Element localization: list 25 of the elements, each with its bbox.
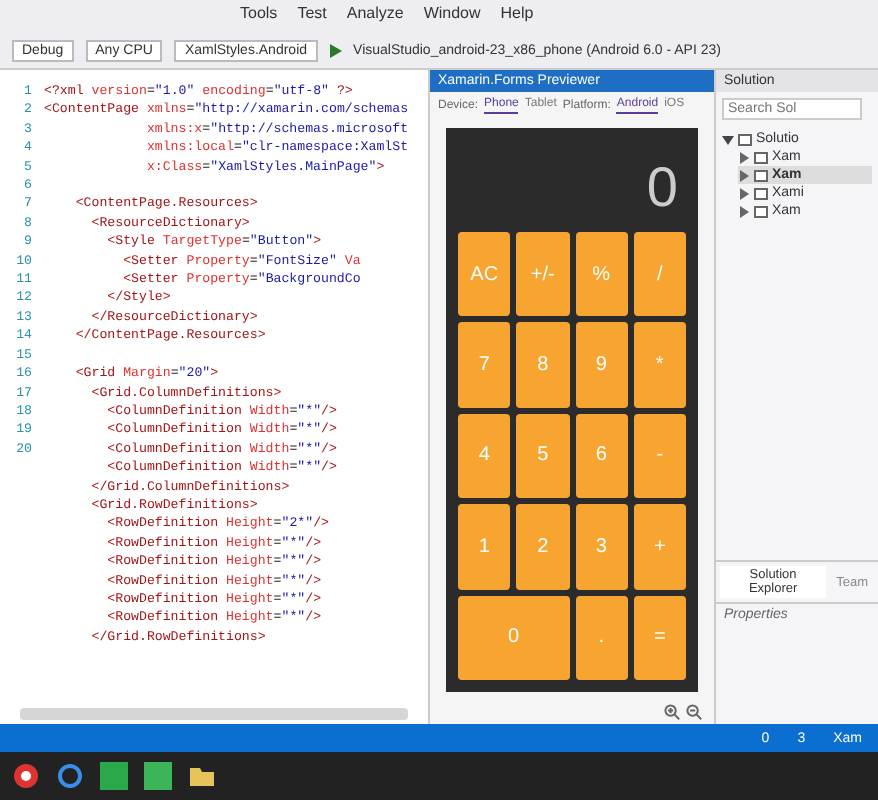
calculator-key[interactable]: 2	[516, 504, 569, 590]
calculator-key[interactable]: -	[633, 413, 686, 499]
calculator-key[interactable]: +	[633, 504, 686, 590]
menu-item[interactable]: Window	[423, 4, 481, 28]
calculator-key[interactable]: 5	[516, 413, 569, 499]
menu-item[interactable]: Analyze	[346, 4, 404, 28]
calculator-key[interactable]: 0	[458, 595, 569, 680]
calculator-key[interactable]: 1	[458, 504, 511, 590]
menu-item[interactable]: Test	[297, 4, 327, 28]
calculator-key[interactable]: 4	[458, 413, 511, 499]
calculator-display: 0	[644, 154, 680, 222]
calculator-key[interactable]: +/-	[516, 232, 569, 317]
calculator-key[interactable]: %	[575, 232, 628, 317]
calculator-key[interactable]: *	[633, 322, 686, 408]
calculator-key[interactable]: /	[633, 232, 686, 317]
menu-item[interactable]: Tools	[240, 4, 278, 28]
calculator-key[interactable]: AC	[458, 232, 511, 317]
calculator-key[interactable]: 7	[458, 322, 511, 408]
calculator-key[interactable]: 9	[575, 322, 628, 408]
calculator-key[interactable]: 6	[575, 413, 628, 499]
calculator-key[interactable]: 8	[516, 322, 569, 408]
menu-item[interactable]: Help	[500, 4, 534, 28]
calculator-key[interactable]: =	[633, 595, 686, 680]
calculator-key[interactable]: .	[575, 595, 628, 680]
calculator-key[interactable]: 3	[575, 504, 628, 590]
